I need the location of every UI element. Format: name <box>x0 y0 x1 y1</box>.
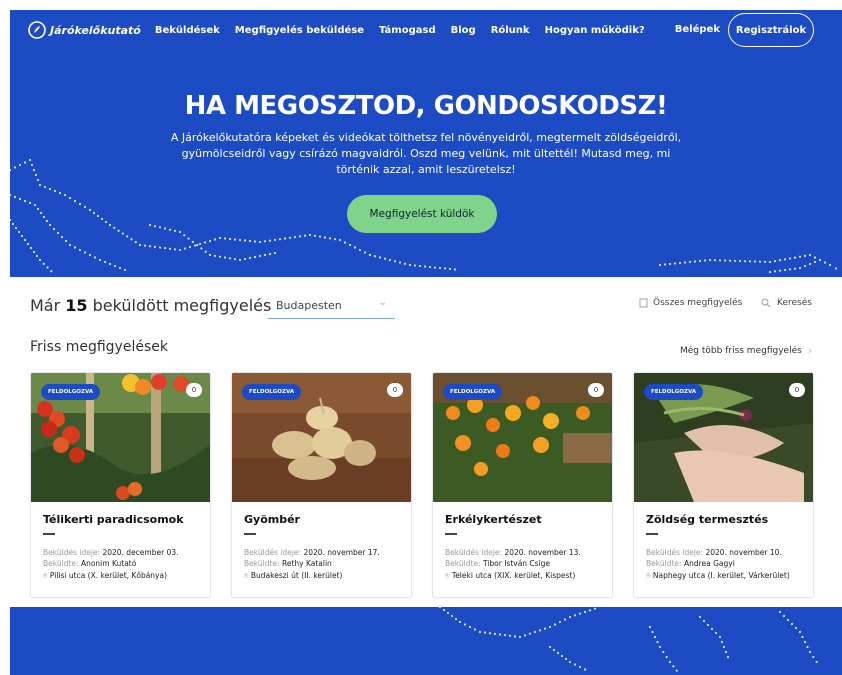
hero-title: HA MEGOSZTOD, GONDOSKODSZ! <box>184 91 668 121</box>
card-date: Beküldés ideje: 2020. november 10. <box>646 548 782 557</box>
all-observations-link[interactable]: Összes megfigyelés <box>639 298 742 308</box>
comment-count: 0 <box>186 383 202 397</box>
title-divider <box>43 533 55 535</box>
chevron-right-icon: › <box>807 344 813 357</box>
logo-icon <box>28 21 46 39</box>
navbar: Járókelőkutató Beküldések Megfigyelés be… <box>10 10 842 50</box>
card-location: ⌾ Teleki utca (XIX. kerület, Kispest) <box>445 571 576 580</box>
status-badge: FELDOLGOZVA <box>242 384 302 400</box>
card-title[interactable]: Télikerti paradicsomok <box>43 513 184 526</box>
status-badge: FELDOLGOZVA <box>443 384 503 400</box>
card-title[interactable]: Zöldség termesztés <box>646 513 768 526</box>
card-location: ⌾ Budakeszi út (II. kerület) <box>244 571 343 580</box>
card-location: ⌾ Naphegy utca (I. kerület, Várkerület) <box>646 571 790 580</box>
observation-card[interactable]: FELDOLGOZVA 0 Télikerti paradicsomok Bek… <box>30 372 211 598</box>
document-icon <box>639 298 648 308</box>
search-link[interactable]: Keresés <box>761 298 812 308</box>
status-badge: FELDOLGOZVA <box>644 384 704 400</box>
chevron-down-icon: ⌄ <box>378 297 387 308</box>
location-pin-icon: ⌾ <box>244 571 249 580</box>
page: Járókelőkutató Beküldések Megfigyelés be… <box>0 0 842 675</box>
send-observation-button[interactable]: Megfigyelést küldök <box>347 195 497 233</box>
observation-card[interactable]: FELDOLGOZVA 0 Erkélykertészet Beküldés i… <box>432 372 613 598</box>
nav-item-blog[interactable]: Blog <box>451 25 476 36</box>
more-recent-label: Még több friss megfigyelés <box>680 345 802 356</box>
observation-card[interactable]: FELDOLGOZVA 0 Gyömbér Beküldés ideje: 20… <box>231 372 412 598</box>
nav-item-hogyan-mukodik[interactable]: Hogyan működik? <box>545 25 645 36</box>
card-location: ⌾ Pilisi utca (X. kerület, Kőbánya) <box>43 571 168 580</box>
location-pin-icon: ⌾ <box>43 571 48 580</box>
title-divider <box>646 533 658 535</box>
recent-title: Friss megfigyelések <box>30 339 168 355</box>
status-badge: FELDOLGOZVA <box>41 384 101 400</box>
comment-count: 0 <box>387 383 403 397</box>
footer-band <box>10 607 842 675</box>
count-suffix: beküldött megfigyelés <box>92 296 272 315</box>
count-prefix: Már <box>30 296 61 315</box>
brand-name: Járókelőkutató <box>50 23 141 37</box>
card-date: Beküldés ideje: 2020. december 03. <box>43 548 179 557</box>
count-value: 15 <box>65 296 88 315</box>
card-author: Beküldte: Andrea Gagyi <box>646 559 735 568</box>
hero-text: A Járókelőkutatóra képeket és videókat t… <box>170 131 682 176</box>
brand-logo[interactable]: Járókelőkutató <box>28 21 141 39</box>
all-observations-label: Összes megfigyelés <box>653 298 743 308</box>
nav-item-bekuldesek[interactable]: Beküldések <box>155 25 220 36</box>
card-list: FELDOLGOZVA 0 Télikerti paradicsomok Bek… <box>30 372 816 598</box>
search-icon <box>761 298 771 308</box>
observation-card[interactable]: FELDOLGOZVA 0 Zöldség termesztés Beküldé… <box>633 372 814 598</box>
card-author: Beküldte: Rethy Katalin <box>244 559 332 568</box>
city-select-value: Budapesten <box>276 299 342 312</box>
comment-count: 0 <box>789 383 805 397</box>
hero-section: Járókelőkutató Beküldések Megfigyelés be… <box>10 10 842 277</box>
footer-dotted-pattern <box>438 607 818 672</box>
stats-bar: Már 15 beküldött megfigyelés Budapesten … <box>30 293 820 321</box>
nav-item-tamogasd[interactable]: Támogasd <box>379 25 436 36</box>
nav-item-megfigyeles-bekuldese[interactable]: Megfigyelés beküldése <box>235 25 364 36</box>
register-button[interactable]: Regisztrálok <box>728 13 814 47</box>
more-recent-link[interactable]: Még több friss megfigyelés › <box>680 344 812 357</box>
nav-item-rolunk[interactable]: Rólunk <box>491 25 530 36</box>
card-title[interactable]: Gyömbér <box>244 513 300 526</box>
nav-links: Beküldések Megfigyelés beküldése Támogas… <box>155 25 660 36</box>
comment-count: 0 <box>588 383 604 397</box>
login-link[interactable]: Belépek <box>675 24 720 35</box>
search-label: Keresés <box>777 298 812 308</box>
location-pin-icon: ⌾ <box>646 571 651 580</box>
city-select[interactable]: Budapesten ⌄ <box>268 293 395 319</box>
card-date: Beküldés ideje: 2020. november 17. <box>244 548 380 557</box>
card-date: Beküldés ideje: 2020. november 13. <box>445 548 581 557</box>
title-divider <box>244 533 256 535</box>
observation-count: Már 15 beküldött megfigyelés <box>30 296 271 315</box>
card-author: Beküldte: Tibor István Csige <box>445 559 551 568</box>
location-pin-icon: ⌾ <box>445 571 450 580</box>
card-title[interactable]: Erkélykertészet <box>445 513 542 526</box>
card-author: Beküldte: Anonim Kutató <box>43 559 137 568</box>
title-divider <box>445 533 457 535</box>
